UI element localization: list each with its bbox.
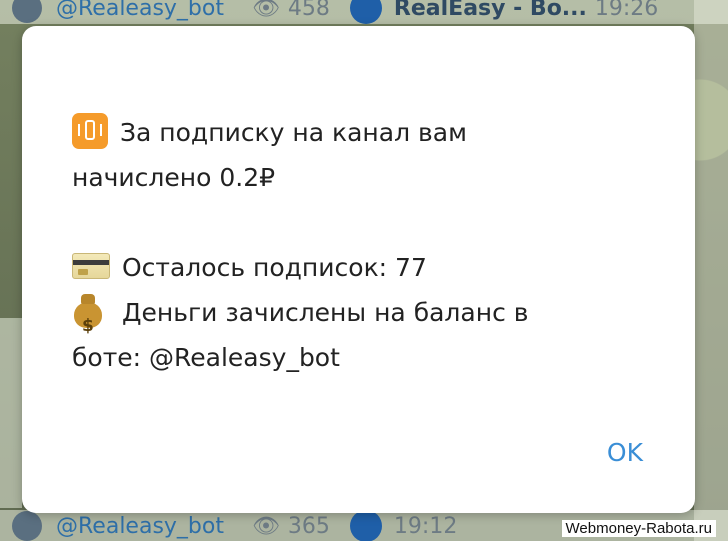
money-bag-icon (72, 294, 104, 349)
eye-icon: 👁 (251, 513, 280, 539)
message-line-3: Осталось подписок: 77 (72, 245, 632, 290)
channel-name: RealEasy - Bo... (393, 0, 587, 21)
bot-handle: @Realeasy_bot (56, 513, 224, 539)
balance-credited-text: Деньги зачислены на баланс в (122, 298, 529, 327)
message-line-4: Деньги зачислены на баланс в (72, 290, 632, 349)
message-time: 19:26 (594, 0, 659, 21)
message-time: 19:12 (393, 513, 458, 539)
background-message-row-top: @Realeasy_bot 👁 458 RealEasy - Bo... 19:… (0, 0, 728, 24)
eye-icon: 👁 (251, 0, 280, 21)
message-line-5: боте: @Realeasy_bot (72, 343, 340, 372)
vibration-mode-icon (72, 113, 108, 149)
credit-card-icon (72, 253, 110, 279)
chat-background-right-strip (694, 0, 728, 541)
watermark: Webmoney-Rabota.ru (561, 520, 716, 537)
channel-avatar (349, 0, 382, 24)
message-line-1: За подписку на канал вам (72, 110, 632, 155)
views-count: 458 (287, 0, 330, 21)
remaining-subscriptions-text: Осталось подписок: 77 (122, 253, 427, 282)
chat-background-left-strip (0, 318, 22, 508)
alert-dialog: За подписку на канал вам начислено 0.2₽ … (22, 26, 695, 513)
message-line-2: начислено 0.2₽ (72, 163, 276, 192)
bot-handle: @Realeasy_bot (56, 0, 224, 21)
alert-message: За подписку на канал вам начислено 0.2₽ … (72, 110, 632, 380)
bot-avatar (12, 0, 42, 23)
subscription-reward-text: За подписку на канал вам (120, 118, 467, 147)
bot-avatar (12, 511, 42, 541)
ok-button[interactable]: OK (607, 434, 643, 471)
channel-avatar (349, 510, 382, 541)
views-count: 365 (287, 513, 330, 539)
